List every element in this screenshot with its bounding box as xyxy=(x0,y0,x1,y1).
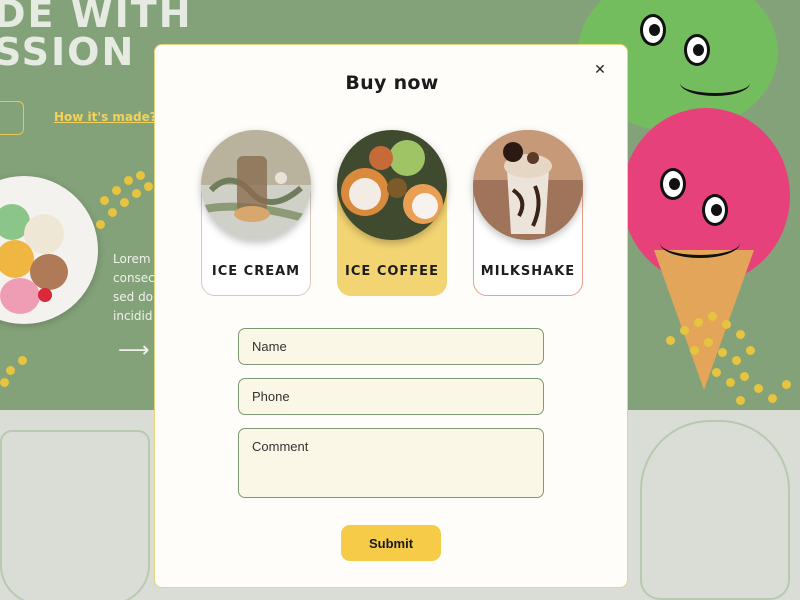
hero-button[interactable] xyxy=(0,101,24,135)
cartoon-eye-icon xyxy=(640,14,666,46)
hero-heading-line-2: SSION xyxy=(0,30,136,74)
cartoon-eye-icon xyxy=(684,34,710,66)
modal-title: Buy now xyxy=(345,72,439,94)
waffle-cone-image xyxy=(654,250,754,390)
product-label: MILKSHAKE xyxy=(480,264,576,279)
product-option-milkshake[interactable]: MILKSHAKE xyxy=(473,130,583,296)
phone-input[interactable]: Phone xyxy=(238,378,544,415)
buy-now-modal: Buy now ✕ ICE CREAM ICE COFFEE MILKSHAKE… xyxy=(154,44,628,588)
sketch-cup-image xyxy=(0,430,150,600)
milkshake-thumbnail xyxy=(473,130,583,240)
ice-cream-plate-image xyxy=(0,176,98,324)
sketch-ice-cream-image xyxy=(640,420,790,600)
cartoon-eye-icon xyxy=(660,168,686,200)
product-label: ICE COFFEE xyxy=(345,264,439,279)
how-its-made-link[interactable]: How it's made? xyxy=(54,110,157,124)
product-option-ice-cream[interactable]: ICE CREAM xyxy=(201,130,311,296)
close-icon[interactable]: ✕ xyxy=(591,61,609,79)
ice-cream-thumbnail xyxy=(201,130,311,240)
name-input[interactable]: Name xyxy=(238,328,544,365)
submit-button[interactable]: Submit xyxy=(341,525,441,561)
product-option-ice-coffee[interactable]: ICE COFFEE xyxy=(337,130,447,296)
product-label: ICE CREAM xyxy=(211,264,301,279)
cartoon-smile-icon xyxy=(660,228,740,258)
arrow-right-icon[interactable]: ⟶ xyxy=(118,338,150,363)
comment-textarea[interactable]: Comment xyxy=(238,428,544,498)
cartoon-smile-icon xyxy=(680,70,750,96)
cartoon-eye-icon xyxy=(702,194,728,226)
ice-coffee-thumbnail xyxy=(337,130,447,240)
